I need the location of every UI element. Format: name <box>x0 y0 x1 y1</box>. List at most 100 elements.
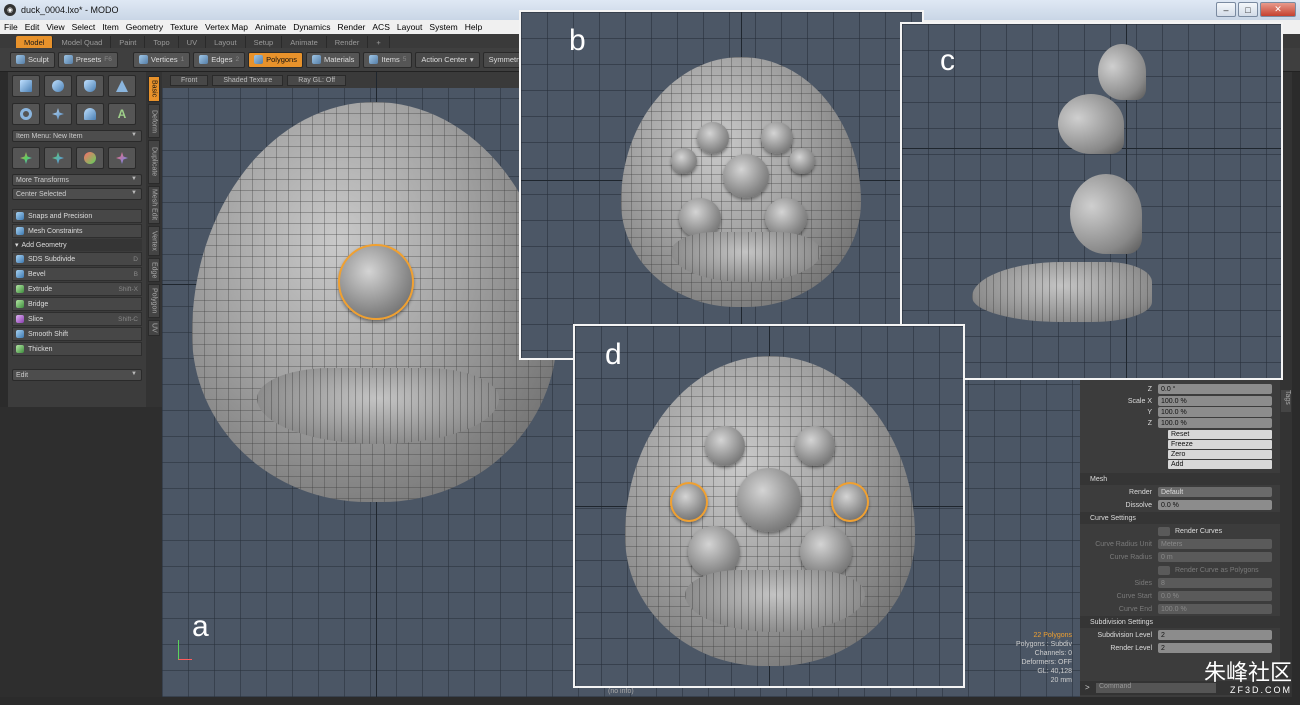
move-tool-button[interactable] <box>12 147 40 169</box>
menu-animate[interactable]: Animate <box>255 22 286 32</box>
sculpt-button[interactable]: Sculpt <box>10 51 55 68</box>
polygons-mode-button[interactable]: Polygons <box>248 51 303 68</box>
slice-button[interactable]: Slice Shift-C <box>12 312 142 326</box>
raygl-toggle[interactable]: Ray GL: Off <box>287 74 347 86</box>
items-mode-button[interactable]: Items 5 <box>363 51 413 68</box>
maximize-button[interactable]: □ <box>1238 2 1258 17</box>
bevel-button[interactable]: Bevel B <box>12 267 142 281</box>
subdivision-level-field[interactable]: 2 <box>1158 630 1272 640</box>
menu-vertex-map[interactable]: Vertex Map <box>205 22 248 32</box>
menu-view[interactable]: View <box>46 22 64 32</box>
tab-uv[interactable]: UV <box>179 36 207 48</box>
curve-start-field[interactable]: 0.0 % <box>1158 591 1272 601</box>
snaps-precision-button[interactable]: Snaps and Precision <box>12 209 142 223</box>
presets-button[interactable]: Presets F6 <box>57 51 118 68</box>
vtab-basic[interactable]: Basic <box>148 76 160 102</box>
menu-acs[interactable]: ACS <box>372 22 389 32</box>
tab-add[interactable]: + <box>368 36 390 48</box>
menu-geometry[interactable]: Geometry <box>126 22 163 32</box>
dissolve-field[interactable]: 0.0 % <box>1158 500 1272 510</box>
solid-button[interactable] <box>44 103 72 125</box>
command-input[interactable]: Command <box>1096 683 1216 693</box>
menu-dynamics[interactable]: Dynamics <box>293 22 330 32</box>
vtab-uv[interactable]: UV <box>148 320 160 336</box>
curve-radius-unit-row: Curve Radius Unit Meters <box>1080 538 1280 550</box>
freeze-button[interactable]: Freeze <box>1168 440 1272 449</box>
sides-field[interactable]: 8 <box>1158 578 1272 588</box>
thicken-button[interactable]: Thicken <box>12 342 142 356</box>
reset-button[interactable]: Reset <box>1168 430 1272 439</box>
tab-render[interactable]: Render <box>327 36 369 48</box>
render-curves-checkbox[interactable] <box>1158 526 1170 536</box>
scale-tool-button[interactable] <box>76 147 104 169</box>
menu-texture[interactable]: Texture <box>170 22 198 32</box>
shading-dropdown[interactable]: Shaded Texture <box>212 74 284 86</box>
add-geometry-header[interactable]: ▾ Add Geometry <box>12 239 142 251</box>
smooth-shift-button[interactable]: Smooth Shift <box>12 327 142 341</box>
minimize-button[interactable]: – <box>1216 2 1236 17</box>
render-level-field[interactable]: 2 <box>1158 643 1272 653</box>
bridge-button[interactable]: Bridge <box>12 297 142 311</box>
close-button[interactable]: ✕ <box>1260 2 1296 17</box>
zero-button[interactable]: Zero <box>1168 450 1272 459</box>
cone-button[interactable] <box>108 75 136 97</box>
curve-radius-unit-dropdown[interactable]: Meters <box>1158 539 1272 549</box>
tags-tab[interactable]: Tags <box>1281 390 1291 412</box>
edges-mode-button[interactable]: Edges 2 <box>193 51 246 68</box>
more-transforms-dropdown[interactable]: More Transforms ▼ <box>12 174 142 186</box>
cylinder-button[interactable] <box>76 75 104 97</box>
panel-label-a: a <box>192 610 209 643</box>
curve-start-row: Curve Start 0.0 % <box>1080 590 1280 602</box>
menu-system[interactable]: System <box>429 22 457 32</box>
menu-layout[interactable]: Layout <box>397 22 423 32</box>
scale-z-field[interactable]: 100.0 % <box>1158 418 1272 428</box>
curve-settings-header[interactable]: Curve Settings <box>1080 512 1280 524</box>
sds-subdivide-button[interactable]: SDS Subdivide D <box>12 252 142 266</box>
item-menu-dropdown[interactable]: Item Menu: New Item ▼ <box>12 130 142 142</box>
tab-layout[interactable]: Layout <box>206 36 246 48</box>
center-selected-dropdown[interactable]: Center Selected ▼ <box>12 188 142 200</box>
scale-x-field[interactable]: 100.0 % <box>1158 396 1272 406</box>
rotation-z-field[interactable]: 0.0 ° <box>1158 384 1272 394</box>
torus-button[interactable] <box>12 103 40 125</box>
menu-help[interactable]: Help <box>465 22 482 32</box>
vtab-duplicate[interactable]: Duplicate <box>148 140 160 184</box>
add-button[interactable]: Add <box>1168 460 1272 469</box>
cube-button[interactable] <box>12 75 40 97</box>
menu-file[interactable]: File <box>4 22 18 32</box>
menu-select[interactable]: Select <box>72 22 96 32</box>
vertices-mode-button[interactable]: Vertices 1 <box>132 51 191 68</box>
curve-end-field[interactable]: 100.0 % <box>1158 604 1272 614</box>
action-center-dropdown[interactable]: Action Center ▾ <box>415 51 480 68</box>
tab-animate[interactable]: Animate <box>282 36 327 48</box>
vtab-deform[interactable]: Deform <box>148 104 160 138</box>
vtab-vertex[interactable]: Vertex <box>148 226 160 256</box>
subdivision-settings-header[interactable]: Subdivision Settings <box>1080 616 1280 628</box>
vtab-polygon[interactable]: Polygon <box>148 284 160 318</box>
tab-setup[interactable]: Setup <box>246 36 283 48</box>
menu-edit[interactable]: Edit <box>25 22 40 32</box>
rotate-tool-button[interactable] <box>44 147 72 169</box>
menu-render[interactable]: Render <box>338 22 366 32</box>
tab-model-quad[interactable]: Model Quad <box>53 36 112 48</box>
vtab-mesh-edit[interactable]: Mesh Edit <box>148 186 160 224</box>
scale-y-field[interactable]: 100.0 % <box>1158 407 1272 417</box>
sphere-button[interactable] <box>44 75 72 97</box>
text-button[interactable]: A <box>108 103 136 125</box>
transform-tool-button[interactable] <box>108 147 136 169</box>
vtab-edge[interactable]: Edge <box>148 258 160 282</box>
mesh-constraints-button[interactable]: Mesh Constraints <box>12 224 142 238</box>
curve-radius-field[interactable]: 0 m <box>1158 552 1272 562</box>
edit-dropdown[interactable]: Edit ▼ <box>12 369 142 381</box>
mesh-section-header[interactable]: Mesh <box>1080 473 1280 485</box>
materials-mode-button[interactable]: Materials <box>305 51 361 68</box>
tab-topo[interactable]: Topo <box>145 36 179 48</box>
tab-paint[interactable]: Paint <box>111 36 146 48</box>
view-type-dropdown[interactable]: Front <box>170 74 209 86</box>
tab-model[interactable]: Model <box>16 36 54 48</box>
capsule-button[interactable] <box>76 103 104 125</box>
menu-item[interactable]: Item <box>102 22 119 32</box>
render-dropdown[interactable]: Default <box>1158 487 1272 497</box>
extrude-button[interactable]: Extrude Shift-X <box>12 282 142 296</box>
render-curve-polygons-checkbox[interactable] <box>1158 565 1170 575</box>
